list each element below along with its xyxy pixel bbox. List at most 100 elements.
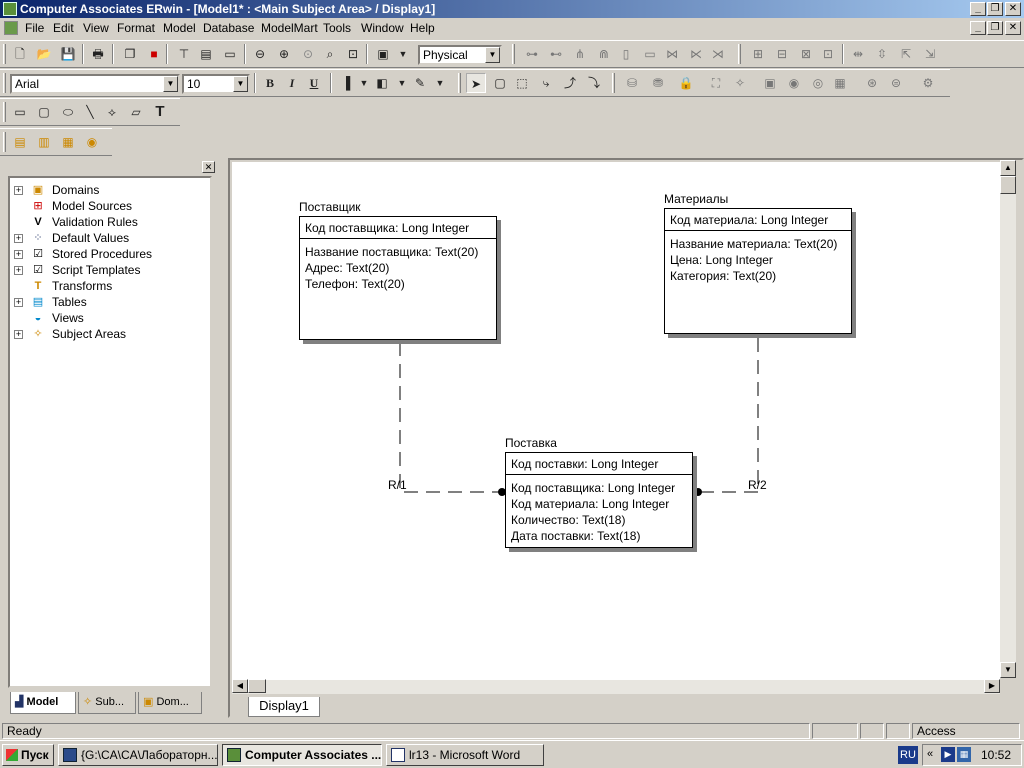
panel-close-button[interactable]: ✕ bbox=[202, 161, 215, 173]
polygon-tool-icon[interactable]: ▱ bbox=[126, 102, 146, 122]
print-icon[interactable]: 🖶 bbox=[88, 44, 108, 64]
zoom-fit-icon[interactable]: ⌕ bbox=[320, 44, 340, 64]
model-tree[interactable]: + ▣ Domains ⊞ Model Sources V Validation… bbox=[8, 176, 212, 688]
chevron-down-icon[interactable]: ▼ bbox=[392, 73, 412, 93]
tab-domains[interactable]: ▣ Dom... bbox=[138, 692, 202, 714]
clock[interactable]: 10:52 bbox=[981, 748, 1011, 762]
distribute-icon[interactable]: ⋊ bbox=[708, 44, 728, 64]
taskbar-item-explorer[interactable]: {G:\CA\CA\Лабораторн... bbox=[58, 744, 218, 766]
taskbar-item-word[interactable]: lr13 - Microsoft Word bbox=[386, 744, 544, 766]
toolbar-grip[interactable] bbox=[3, 132, 6, 152]
menu-file[interactable]: File bbox=[25, 21, 44, 35]
toolbar-grip[interactable] bbox=[612, 73, 615, 93]
db-lock-icon[interactable]: ▣ bbox=[760, 73, 780, 93]
attribute[interactable]: Телефон: Text(20) bbox=[305, 277, 405, 291]
attribute[interactable]: Категория: Text(20) bbox=[670, 269, 776, 283]
font-size-select[interactable]: 10 ▼ bbox=[182, 74, 250, 94]
mart-tool-1-icon[interactable]: ▤ bbox=[10, 132, 30, 152]
layout-2-icon[interactable]: ⊟ bbox=[772, 44, 792, 64]
menu-view[interactable]: View bbox=[83, 21, 109, 35]
chevron-down-icon[interactable]: ▼ bbox=[430, 73, 450, 93]
identifying-relationship-icon[interactable]: ⤷ bbox=[536, 73, 556, 93]
category-tool-icon[interactable]: ⬚ bbox=[512, 73, 532, 93]
mart-tool-2-icon[interactable]: ▥ bbox=[34, 132, 54, 152]
rounded-rectangle-tool-icon[interactable]: ▢ bbox=[34, 102, 54, 122]
expand-icon[interactable]: + bbox=[14, 186, 23, 195]
zoom-out-icon[interactable]: ⊖ bbox=[250, 44, 270, 64]
menu-edit[interactable]: Edit bbox=[53, 21, 74, 35]
entity-materials[interactable]: Код материала: Long Integer Название мат… bbox=[664, 208, 852, 334]
font-color-icon[interactable]: ▐ bbox=[336, 73, 356, 93]
tab-subject-areas[interactable]: ✧ Sub... bbox=[78, 692, 136, 714]
language-indicator[interactable]: RU bbox=[898, 746, 918, 764]
doc-close-button[interactable]: ✕ bbox=[1005, 21, 1021, 35]
chevron-down-icon[interactable]: ▼ bbox=[163, 76, 178, 92]
toolbar-grip[interactable] bbox=[3, 44, 6, 64]
many-to-many-relationship-icon[interactable]: ⤴ bbox=[560, 73, 580, 93]
attribute[interactable]: Адрес: Text(20) bbox=[305, 261, 389, 275]
layout-1-icon[interactable]: ⊞ bbox=[748, 44, 768, 64]
relationship-line-r2[interactable] bbox=[698, 338, 759, 493]
maximize-button[interactable]: ❐ bbox=[987, 2, 1003, 16]
document-icon[interactable] bbox=[4, 21, 18, 35]
db-tool-4-icon[interactable]: ✧ bbox=[730, 73, 750, 93]
fill-color-icon[interactable]: ◧ bbox=[372, 73, 392, 93]
pk-attribute[interactable]: Код поставщика: Long Integer bbox=[305, 221, 469, 235]
erwin-app-icon[interactable] bbox=[3, 2, 17, 16]
font-family-select[interactable]: Arial ▼ bbox=[10, 74, 180, 94]
toolbar-grip[interactable] bbox=[738, 44, 741, 64]
attribute[interactable]: Цена: Long Integer bbox=[670, 253, 773, 267]
pk-attribute[interactable]: Код материала: Long Integer bbox=[670, 213, 828, 227]
chevron-down-icon[interactable]: ▼ bbox=[233, 76, 248, 92]
pointer-tool-icon[interactable]: ➤ bbox=[466, 73, 486, 93]
db-tool-3-icon[interactable]: ⛶ bbox=[706, 73, 726, 93]
db-tool-7-icon[interactable]: ▦ bbox=[830, 73, 850, 93]
expand-icon[interactable]: + bbox=[14, 266, 23, 275]
lock-icon[interactable]: 🔒 bbox=[676, 73, 696, 93]
rectangle-tool-icon[interactable]: ▭ bbox=[10, 102, 30, 122]
copy-icon[interactable]: ❐ bbox=[120, 44, 140, 64]
space-vertical-icon[interactable]: ⋉ bbox=[686, 44, 706, 64]
save-icon[interactable]: 💾 bbox=[58, 44, 78, 64]
italic-button[interactable]: I bbox=[282, 73, 302, 93]
vertical-scrollbar[interactable]: ▲ ▼ bbox=[1000, 160, 1016, 678]
expand-icon[interactable]: + bbox=[14, 234, 23, 243]
expand-icon[interactable]: + bbox=[14, 250, 23, 259]
menu-window[interactable]: Window bbox=[361, 21, 404, 35]
menu-modelmart[interactable]: ModelMart bbox=[261, 21, 318, 35]
toolbar-grip[interactable] bbox=[3, 102, 6, 122]
doc-restore-button[interactable]: ❐ bbox=[987, 21, 1003, 35]
db-tool-9-icon[interactable]: ⊜ bbox=[886, 73, 906, 93]
expand-icon[interactable]: + bbox=[14, 330, 23, 339]
doc-minimize-button[interactable]: _ bbox=[970, 21, 986, 35]
scroll-thumb[interactable] bbox=[1000, 176, 1016, 194]
line-color-icon[interactable]: ✎ bbox=[410, 73, 430, 93]
zoom-window-icon[interactable]: ⊡ bbox=[343, 44, 363, 64]
hscroll-thumb[interactable] bbox=[248, 679, 266, 693]
align-middle-icon[interactable]: ▯ bbox=[616, 44, 636, 64]
align-top-icon[interactable]: ⋒ bbox=[594, 44, 614, 64]
display-level-icon[interactable]: ▣ bbox=[373, 44, 393, 64]
color-icon[interactable]: ■ bbox=[144, 44, 164, 64]
entity-delivery[interactable]: Код поставки: Long Integer Код поставщик… bbox=[505, 452, 693, 548]
resize-1-icon[interactable]: ⇹ bbox=[848, 44, 868, 64]
non-identifying-relationship-icon[interactable]: ⤵ bbox=[584, 73, 604, 93]
layout-3-icon[interactable]: ⊠ bbox=[796, 44, 816, 64]
open-folder-icon[interactable]: 📂 bbox=[34, 44, 54, 64]
attribute[interactable]: Название материала: Text(20) bbox=[670, 237, 837, 251]
menu-tools[interactable]: Tools bbox=[323, 21, 351, 35]
media-player-icon[interactable]: ▶ bbox=[941, 747, 955, 762]
tray-expand-icon[interactable]: « bbox=[927, 748, 933, 760]
db-tool-8-icon[interactable]: ⊛ bbox=[862, 73, 882, 93]
toolbar-grip[interactable] bbox=[3, 73, 6, 93]
relationship-label-r1[interactable]: R/1 bbox=[388, 478, 407, 492]
pk-attribute[interactable]: Код поставки: Long Integer bbox=[511, 457, 658, 471]
start-button[interactable]: Пуск bbox=[2, 744, 54, 766]
attribute[interactable]: Код материала: Long Integer bbox=[511, 497, 669, 511]
menu-model[interactable]: Model bbox=[163, 21, 196, 35]
ellipse-tool-icon[interactable]: ⬭ bbox=[58, 102, 78, 122]
close-button[interactable]: ✕ bbox=[1005, 2, 1021, 16]
scroll-up-icon[interactable]: ▲ bbox=[1000, 160, 1016, 176]
mart-tool-3-icon[interactable]: ▦ bbox=[58, 132, 78, 152]
resize-3-icon[interactable]: ⇱ bbox=[896, 44, 916, 64]
